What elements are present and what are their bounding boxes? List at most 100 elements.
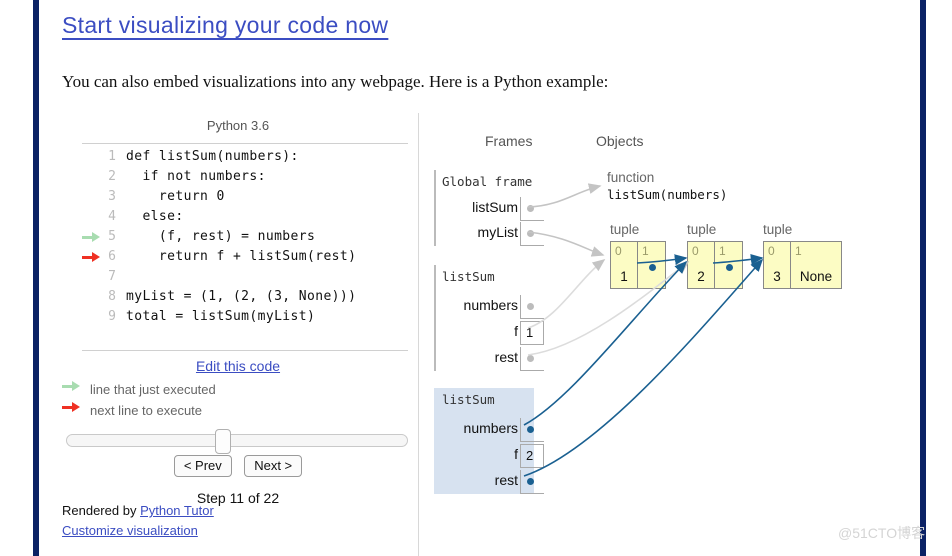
tuple-cell-value: 3 — [773, 269, 781, 284]
green-arrow-icon — [82, 232, 100, 242]
next-button[interactable]: Next > — [244, 455, 303, 477]
code-line-text: else: — [126, 209, 184, 224]
frame-variable-name: myList — [477, 224, 518, 240]
prev-button[interactable]: < Prev — [173, 455, 232, 477]
pointer-dot — [726, 264, 733, 271]
tuple-cell-index: 0 — [692, 244, 699, 258]
function-object: function listSum(numbers) — [607, 170, 727, 202]
tuple-cell: 1 — [715, 242, 742, 288]
code-line-number: 6 — [108, 249, 116, 264]
pointer-dot — [527, 355, 534, 362]
code-line-text: total = listSum(myList) — [126, 309, 316, 324]
pointer-dot — [527, 426, 534, 433]
code-line-text: (f, rest) = numbers — [126, 229, 316, 244]
code-line-text: return f + listSum(rest) — [126, 249, 357, 264]
code-line: 3 return 0 — [82, 187, 412, 207]
tuple-object-label: tuple — [687, 222, 717, 237]
frame-variable-slot — [520, 222, 544, 246]
frame-variable-name: rest — [494, 472, 518, 488]
frame-variable-name: f — [514, 323, 518, 339]
objects-column-header: Objects — [596, 133, 644, 149]
navigation-buttons: < Prev Next > — [68, 455, 408, 477]
code-line-number: 4 — [108, 209, 116, 224]
code-line-number: 5 — [108, 229, 116, 244]
legend-next-label: next line to execute — [90, 403, 203, 418]
edit-this-code-link[interactable]: Edit this code — [68, 358, 408, 374]
intro-paragraph: You can also embed visualizations into a… — [62, 72, 609, 91]
pointer-dot — [527, 205, 534, 212]
code-line: 7 — [82, 267, 412, 287]
code-rule-bottom — [82, 350, 408, 351]
frame-title: listSum — [442, 269, 495, 284]
tuple-cell-index: 1 — [642, 244, 649, 258]
pointer-dot — [527, 303, 534, 310]
code-line-text: return 0 — [126, 189, 225, 204]
legend-executed-label: line that just executed — [90, 382, 216, 397]
function-object-kind: function — [607, 170, 655, 185]
tuple-cells: 0 3 1 None — [763, 241, 842, 289]
code-line-number: 3 — [108, 189, 116, 204]
language-label: Python 3.6 — [206, 118, 270, 133]
tuple-cell-value: 2 — [697, 269, 705, 284]
tuple-object: tuple 0 1 1 — [610, 222, 666, 289]
function-object-signature: listSum(numbers) — [607, 187, 728, 202]
frame-variable-value: 2 — [526, 448, 534, 463]
frame-title: Global frame — [442, 174, 533, 189]
code-line-number: 8 — [108, 289, 116, 304]
code-line: 4 else: — [82, 207, 412, 227]
code-rule-top — [82, 143, 408, 144]
tuple-cell-index: 1 — [719, 244, 726, 258]
frame-variable-slot — [520, 418, 544, 442]
pointer-dot — [649, 264, 656, 271]
code-line-text: if not numbers: — [126, 169, 266, 184]
frame-variable-slot: 1 — [520, 321, 544, 345]
step-slider-thumb[interactable] — [215, 429, 231, 454]
code-listing: 1 def listSum(numbers): 2 if not numbers: 3… — [82, 147, 412, 327]
frame-variable-row: myList — [434, 222, 544, 248]
tuple-cell-index: 1 — [795, 244, 802, 258]
tuple-cells: 0 21 — [687, 241, 743, 289]
tuple-cell-index: 0 — [615, 244, 622, 258]
panel-divider — [418, 113, 419, 556]
tuple-cell: 1 — [638, 242, 665, 288]
watermark: @51CTO博客 — [838, 525, 926, 541]
frame-variable-row: rest — [434, 347, 544, 373]
pointer-dot — [527, 230, 534, 237]
code-line-number: 9 — [108, 309, 116, 324]
tuple-cell-value: 1 — [620, 269, 628, 284]
code-line-text: myList = (1, (2, (3, None))) — [126, 289, 357, 304]
python-tutor-link[interactable]: Python Tutor — [140, 503, 214, 518]
code-line: 2 if not numbers: — [82, 167, 412, 187]
code-line: 6 return f + listSum(rest) — [82, 247, 412, 267]
code-line-text: def listSum(numbers): — [126, 149, 299, 164]
pointer-dot — [527, 478, 534, 485]
frame-variable-name: listSum — [472, 199, 518, 215]
green-arrow-icon — [62, 381, 80, 391]
frame-variable-row: numbers — [434, 295, 544, 321]
customize-visualization-link[interactable]: Customize visualization — [62, 523, 198, 538]
frame-variable-row: f1 — [434, 321, 544, 347]
tuple-cell: 03 — [764, 242, 791, 288]
tuple-cell-index: 0 — [768, 244, 775, 258]
rendered-by: Rendered by Python Tutor — [62, 503, 214, 518]
tuple-cells: 0 11 — [610, 241, 666, 289]
frame-variable-row: f2 — [434, 444, 544, 470]
code-line: 1 def listSum(numbers): — [82, 147, 412, 167]
frame-variable-slot — [520, 470, 544, 494]
frames-column-header: Frames — [485, 133, 533, 149]
frame-variable-name: numbers — [463, 420, 518, 436]
tuple-object: tuple 0 3 1 None — [763, 222, 842, 289]
code-line: 5 (f, rest) = numbers — [82, 227, 412, 247]
code-line: 8 myList = (1, (2, (3, None))) — [82, 287, 412, 307]
right-accent-bar — [920, 0, 926, 556]
frame-variable-value: 1 — [526, 325, 534, 340]
frame-variable-slot — [520, 197, 544, 221]
code-line-number: 7 — [108, 269, 116, 284]
code-line-number: 1 — [108, 149, 116, 164]
red-arrow-icon — [82, 252, 100, 262]
frame-title: listSum — [442, 392, 495, 407]
rendered-by-prefix: Rendered by — [62, 503, 141, 518]
page-title-link[interactable]: Start visualizing your code now — [62, 12, 388, 39]
frame-variable-row: numbers — [434, 418, 544, 444]
step-slider-track[interactable] — [66, 434, 408, 447]
